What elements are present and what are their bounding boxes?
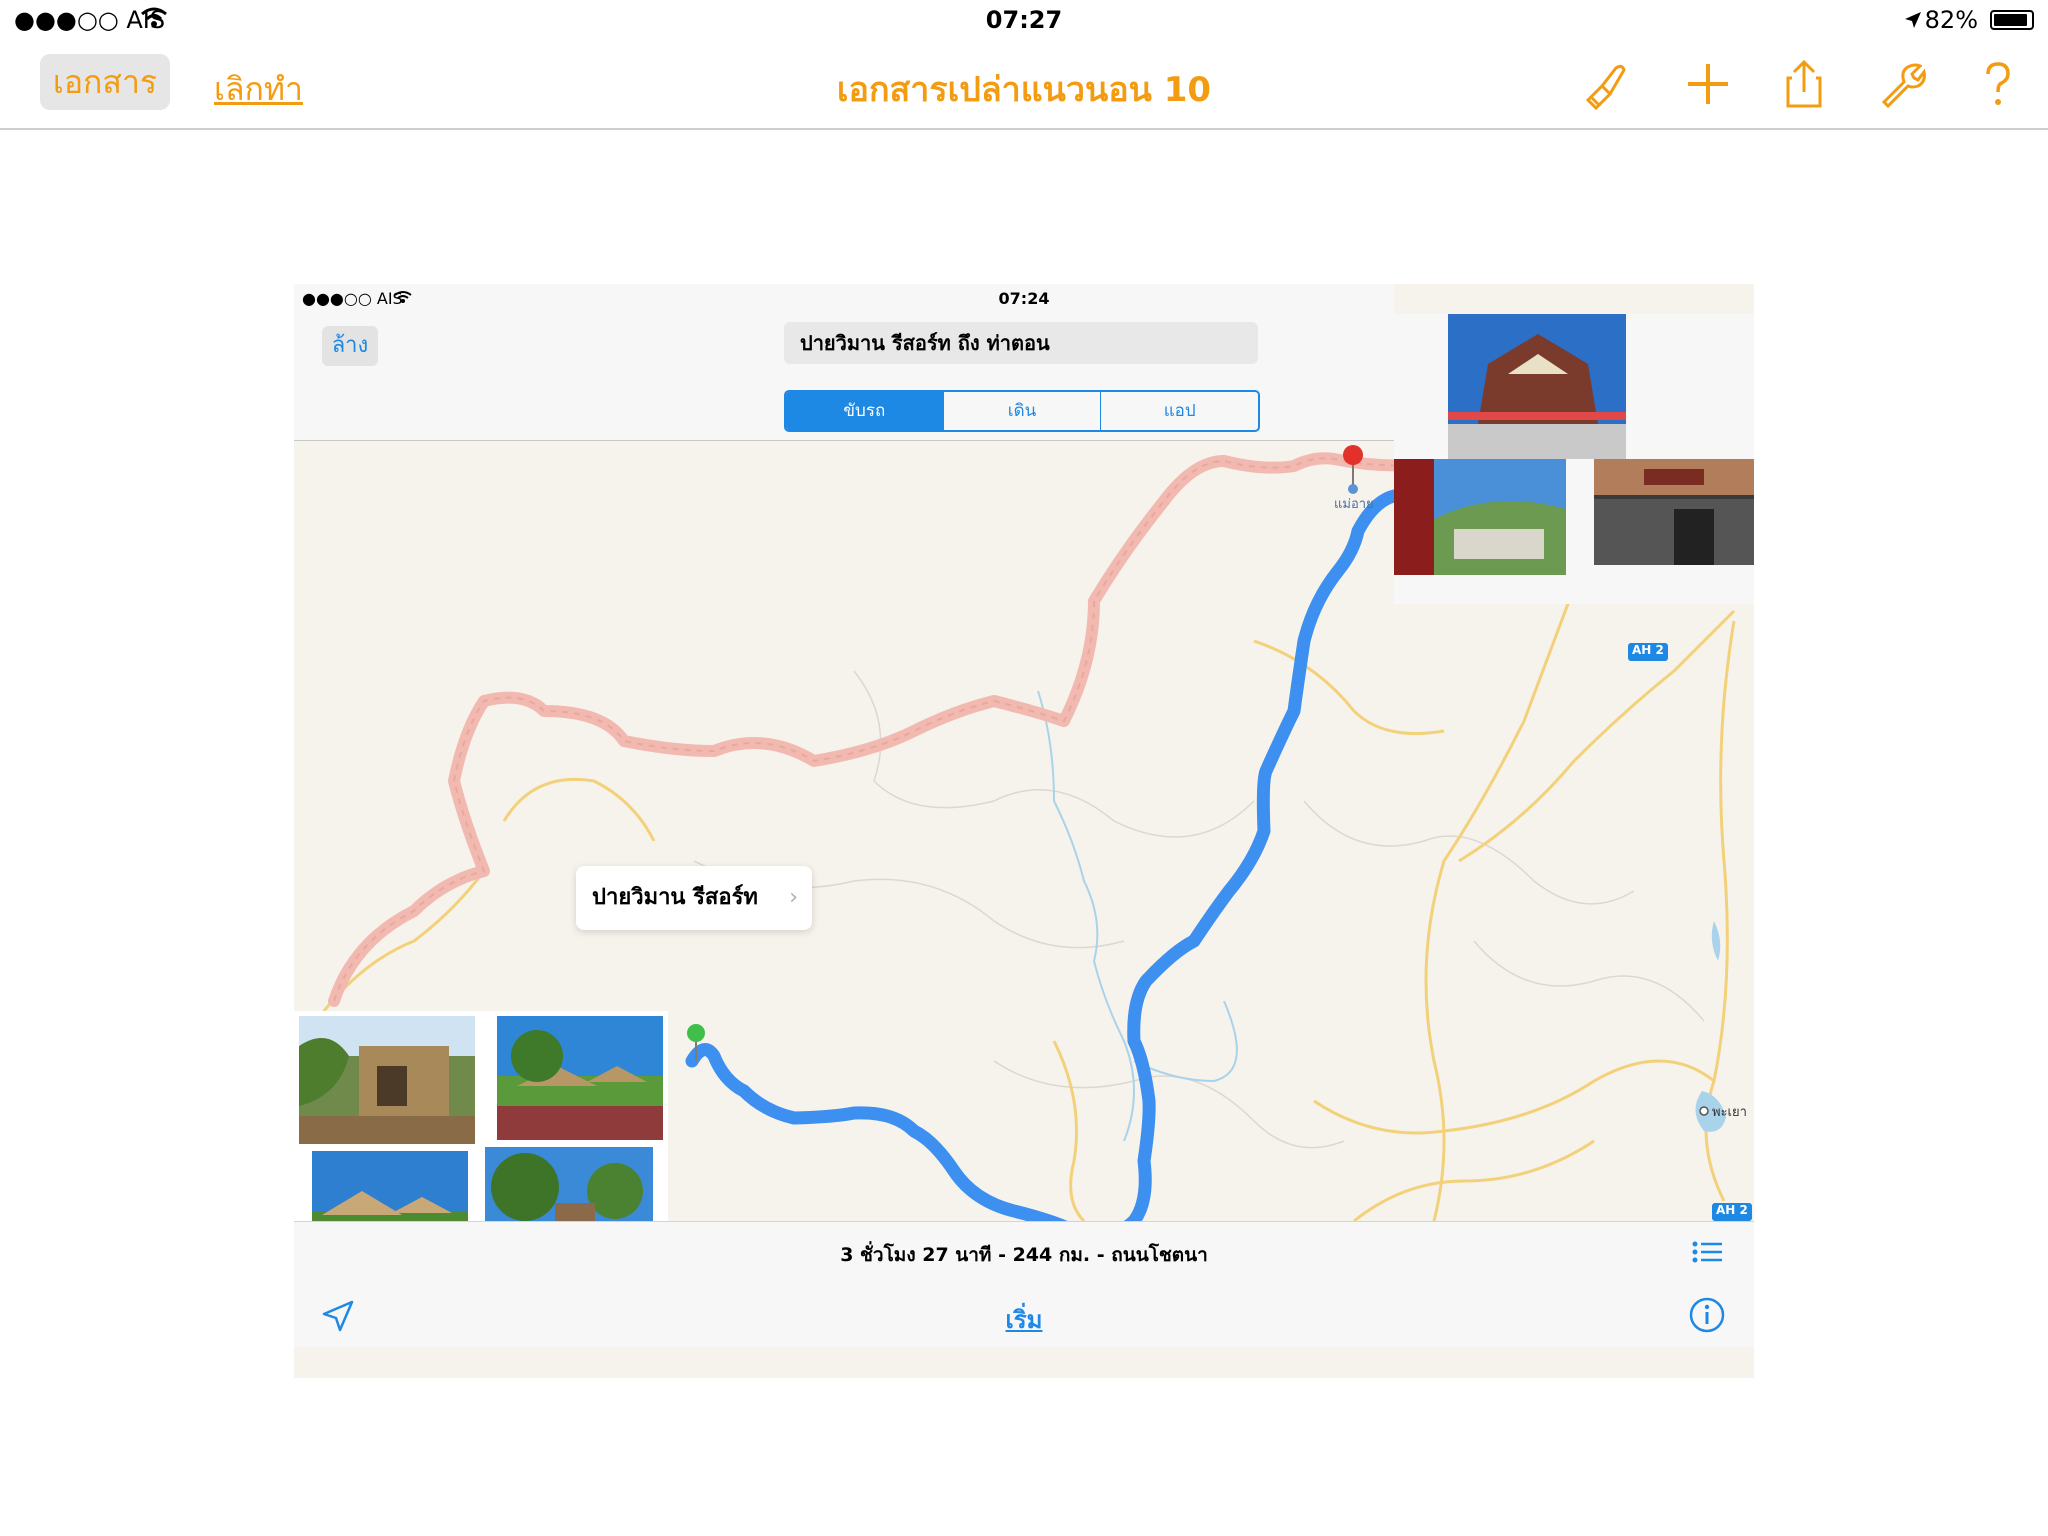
destination-photo [1594, 459, 1754, 565]
resort-photo [299, 1016, 475, 1144]
resort-photo [497, 1016, 663, 1140]
location-arrow-icon [1903, 8, 1923, 36]
start-button[interactable]: เริ่ม [294, 1300, 1754, 1339]
segment-walk[interactable]: เดิน [944, 392, 1102, 430]
info-icon[interactable] [1688, 1296, 1726, 1338]
destination-town-label: แม่อาย [1334, 497, 1374, 512]
chevron-right-icon[interactable]: › [789, 866, 798, 930]
route-summary: 3 ชั่วโมง 27 นาที - 244 กม. - ถนนโชตนา [840, 1244, 1208, 1266]
segment-apps[interactable]: แอป [1101, 392, 1258, 430]
toolbar: เอกสาร เลิกทำ เอกสารเปล่าแนวนอน 10 [0, 40, 2048, 130]
lake-town-label: พะเยา [1712, 1105, 1747, 1120]
place-callout[interactable]: ปายวิมาน รีสอร์ท › [576, 866, 812, 930]
place-callout-label: ปายวิมาน รีสอร์ท [592, 885, 758, 910]
transport-mode-segmented-control[interactable]: ขับรถ เดิน แอป [784, 390, 1260, 432]
maps-nav-bar: ล้าง ปายวิมาน รีสอร์ท ถึง ท่าตอน [294, 314, 1394, 385]
clock: 07:27 [985, 6, 1063, 34]
maps-screenshot-image[interactable]: ●●●○○ AIS 07:24 ล้าง ปายวิมาน รีสอร์ท ถึ… [294, 284, 1754, 1378]
mode-bar: ขับรถ เดิน แอป [294, 384, 1394, 441]
map-view[interactable]: แม่อาย พะเยา AH 2 AH 2 ปายวิมาน รีสอร์ท … [294, 314, 1754, 1273]
inner-status-bar: ●●●○○ AIS 07:24 [294, 284, 1394, 314]
route-field[interactable]: ปายวิมาน รีสอร์ท ถึง ท่าตอน [784, 322, 1258, 364]
share-icon[interactable] [1778, 58, 1830, 110]
inner-clock: 07:24 [998, 289, 1050, 308]
route-info-bar: 3 ชั่วโมง 27 นาที - 244 กม. - ถนนโชตนา [294, 1221, 1754, 1285]
segment-drive[interactable]: ขับรถ [786, 392, 944, 430]
format-brush-icon[interactable] [1580, 58, 1632, 111]
destination-photo [1394, 459, 1566, 575]
document-title[interactable]: เอกสารเปล่าแนวนอน 10 [0, 62, 2048, 116]
resort-photo-collage [294, 1011, 668, 1273]
maps-bottom-bar: เริ่ม [294, 1284, 1754, 1347]
battery-percent: 82% [1924, 6, 1978, 34]
destination-photo-collage [1394, 314, 1754, 604]
battery-icon [1990, 10, 2034, 30]
highway-shield-label: AH 2 [1632, 643, 1664, 657]
status-bar: ●●●○○ AIS 07:27 82% [0, 0, 2048, 40]
destination-photo [1448, 314, 1626, 459]
highway-shield-label-2: AH 2 [1716, 1203, 1748, 1217]
list-icon[interactable] [1692, 1240, 1722, 1268]
wrench-icon[interactable] [1876, 58, 1928, 110]
help-icon[interactable] [1972, 58, 2024, 110]
clear-button[interactable]: ล้าง [322, 326, 378, 366]
add-icon[interactable] [1682, 58, 1734, 110]
